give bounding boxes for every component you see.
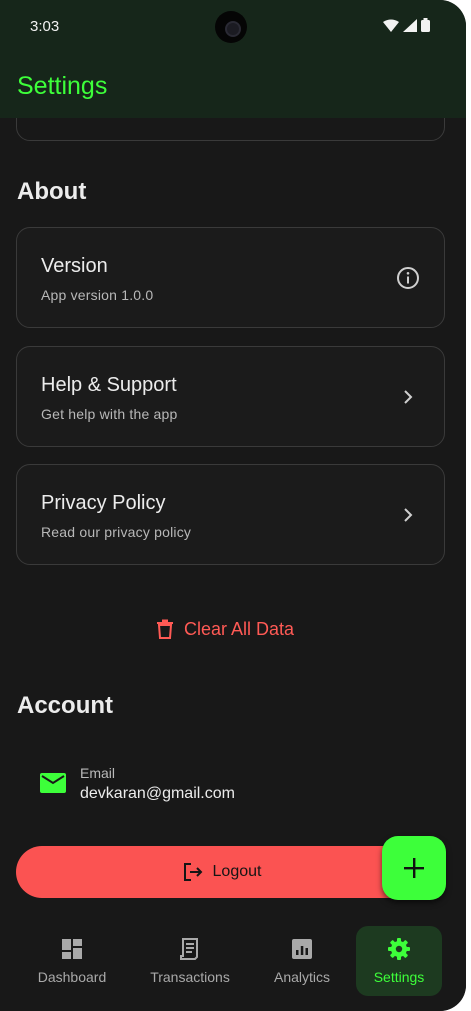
app-bar: Settings	[0, 56, 466, 118]
nav-item-analytics[interactable]: Analytics	[262, 926, 342, 996]
privacy-policy-subtitle: Read our privacy policy	[41, 524, 192, 540]
status-icons	[383, 18, 430, 32]
nav-label-settings: Settings	[373, 969, 425, 985]
logout-icon	[183, 863, 202, 881]
account-email-row: Email devkaran@gmail.com	[40, 763, 420, 813]
nav-item-transactions[interactable]: Transactions	[140, 926, 240, 996]
nav-label-transactions: Transactions	[150, 969, 230, 985]
nav-item-dashboard[interactable]: Dashboard	[26, 926, 118, 996]
logout-label: Logout	[212, 863, 262, 880]
nav-label-dashboard: Dashboard	[37, 969, 107, 985]
status-bar: 3:03	[0, 0, 466, 56]
clear-all-data-label: Clear All Data	[184, 618, 295, 639]
mail-icon	[40, 773, 66, 793]
email-value: devkaran@gmail.com	[80, 785, 235, 802]
plus-icon	[404, 858, 424, 878]
version-card[interactable]: Version App version 1.0.0	[16, 227, 445, 328]
settings-scroll-content[interactable]: About Version App version 1.0.0 Help & S…	[0, 118, 466, 926]
section-title-account: Account	[17, 692, 113, 719]
page-title: Settings	[17, 72, 108, 100]
nav-label-analytics: Analytics	[273, 969, 331, 985]
trash-icon	[157, 619, 173, 639]
previous-card-bottom	[16, 118, 445, 141]
section-title-about: About	[17, 178, 87, 205]
battery-icon	[421, 18, 430, 32]
camera-cutout	[215, 11, 247, 43]
phone-screen: 3:03 Settings About Version App version …	[0, 0, 466, 1011]
chevron-right-icon	[404, 508, 413, 522]
signal-icon	[403, 18, 417, 32]
version-title: Version	[41, 255, 108, 277]
gear-icon	[388, 938, 410, 960]
receipt-icon	[180, 938, 198, 960]
nav-item-settings[interactable]: Settings	[356, 926, 442, 996]
version-subtitle: App version 1.0.0	[41, 287, 154, 303]
email-label: Email	[80, 765, 116, 781]
clear-all-data-button[interactable]: Clear All Data	[156, 616, 294, 642]
chevron-right-icon	[404, 390, 413, 404]
logout-button[interactable]: Logout	[16, 846, 428, 898]
add-fab-button[interactable]	[382, 836, 446, 900]
status-time: 3:03	[30, 18, 60, 35]
info-icon	[397, 267, 419, 289]
help-support-subtitle: Get help with the app	[41, 406, 178, 422]
dashboard-icon	[62, 939, 82, 959]
privacy-policy-title: Privacy Policy	[41, 492, 166, 514]
help-support-title: Help & Support	[41, 374, 177, 396]
privacy-policy-card[interactable]: Privacy Policy Read our privacy policy	[16, 464, 445, 565]
help-support-card[interactable]: Help & Support Get help with the app	[16, 346, 445, 447]
bottom-navigation: Dashboard Transactions Analytics Setting…	[0, 926, 466, 1011]
analytics-icon	[292, 939, 312, 959]
wifi-icon	[383, 19, 399, 32]
